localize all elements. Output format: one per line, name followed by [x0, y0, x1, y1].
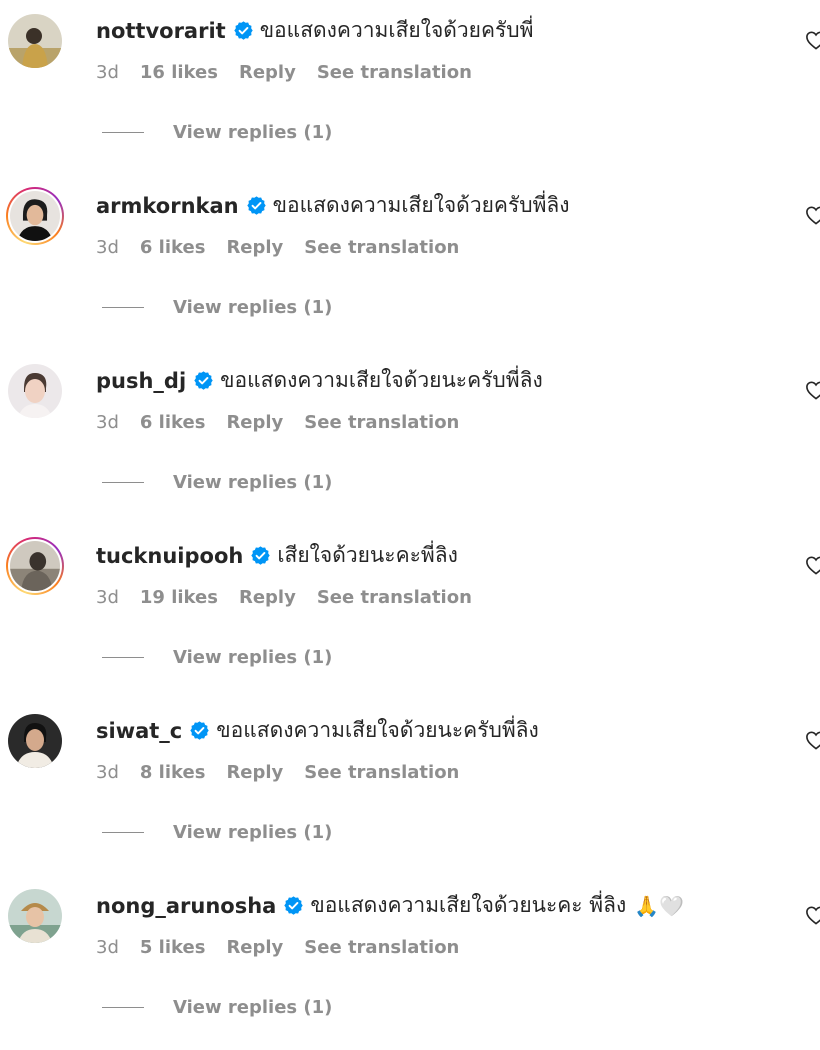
- avatar[interactable]: [6, 12, 64, 70]
- replies-divider: [102, 307, 144, 308]
- avatar-image: [10, 541, 60, 591]
- comment-likes-count[interactable]: 8 likes: [140, 762, 206, 783]
- comment-timestamp[interactable]: 3d: [96, 762, 119, 783]
- comment-item: tucknuipooh เสียใจด้วยนะคะพี่ลิง 3d 19 l…: [0, 525, 820, 700]
- view-replies-button[interactable]: View replies (1): [102, 647, 332, 668]
- reply-button[interactable]: Reply: [239, 587, 296, 608]
- reply-button[interactable]: Reply: [226, 937, 283, 958]
- avatar-image: [8, 14, 62, 68]
- replies-divider: [102, 482, 144, 483]
- verified-badge-icon: [193, 370, 214, 391]
- comment-text: ขอแสดงความเสียใจด้วยครับพี่: [259, 18, 534, 42]
- replies-divider: [102, 832, 144, 833]
- comment-text: ขอแสดงความเสียใจด้วยครับพี่ลิง: [272, 193, 570, 217]
- comment-likes-count[interactable]: 6 likes: [140, 237, 206, 258]
- view-replies-label: View replies (1): [173, 822, 333, 843]
- comment-item: nong_arunosha ขอแสดงความเสียใจด้วยนะคะ พ…: [0, 875, 820, 1050]
- comment-likes-count[interactable]: 5 likes: [140, 937, 206, 958]
- reply-button[interactable]: Reply: [239, 62, 296, 83]
- replies-divider: [102, 1007, 144, 1008]
- comment-timestamp[interactable]: 3d: [96, 937, 119, 958]
- comment-text: ขอแสดงความเสียใจด้วยนะครับพี่ลิง: [216, 718, 539, 742]
- view-replies-button[interactable]: View replies (1): [102, 472, 332, 493]
- like-heart-icon[interactable]: [805, 905, 820, 925]
- comment-username[interactable]: push_dj: [96, 369, 186, 393]
- comment-item: push_dj ขอแสดงความเสียใจด้วยนะครับพี่ลิง…: [0, 350, 820, 525]
- avatar[interactable]: [6, 712, 64, 770]
- view-replies-button[interactable]: View replies (1): [102, 822, 332, 843]
- avatar[interactable]: [6, 187, 64, 245]
- see-translation-button[interactable]: See translation: [304, 412, 459, 433]
- avatar[interactable]: [6, 887, 64, 945]
- comment-timestamp[interactable]: 3d: [96, 412, 119, 433]
- comment-item: siwat_c ขอแสดงความเสียใจด้วยนะครับพี่ลิง…: [0, 700, 820, 875]
- comment-username[interactable]: armkornkan: [96, 194, 239, 218]
- avatar-image: [8, 889, 62, 943]
- avatar[interactable]: [6, 362, 64, 420]
- see-translation-button[interactable]: See translation: [304, 937, 459, 958]
- verified-badge-icon: [250, 545, 271, 566]
- view-replies-label: View replies (1): [173, 297, 333, 318]
- comment-text: ขอแสดงความเสียใจด้วยนะคะ พี่ลิง: [310, 893, 627, 917]
- comment-likes-count[interactable]: 16 likes: [140, 62, 218, 83]
- emoji-reaction: 🙏🤍: [634, 893, 685, 918]
- like-heart-icon[interactable]: [805, 30, 820, 50]
- view-replies-label: View replies (1): [173, 997, 333, 1018]
- view-replies-button[interactable]: View replies (1): [102, 122, 332, 143]
- view-replies-button[interactable]: View replies (1): [102, 297, 332, 318]
- reply-button[interactable]: Reply: [226, 412, 283, 433]
- like-heart-icon[interactable]: [805, 555, 820, 575]
- reply-button[interactable]: Reply: [226, 237, 283, 258]
- replies-divider: [102, 132, 144, 133]
- avatar-image: [8, 364, 62, 418]
- comment-text: เสียใจด้วยนะคะพี่ลิง: [277, 543, 458, 567]
- view-replies-label: View replies (1): [173, 122, 333, 143]
- avatar[interactable]: [6, 537, 64, 595]
- comment-likes-count[interactable]: 19 likes: [140, 587, 218, 608]
- verified-badge-icon: [246, 195, 267, 216]
- reply-button[interactable]: Reply: [226, 762, 283, 783]
- avatar-image: [8, 714, 62, 768]
- view-replies-label: View replies (1): [173, 647, 333, 668]
- comment-username[interactable]: nong_arunosha: [96, 894, 276, 918]
- view-replies-button[interactable]: View replies (1): [102, 997, 332, 1018]
- comment-username[interactable]: tucknuipooh: [96, 544, 243, 568]
- see-translation-button[interactable]: See translation: [304, 762, 459, 783]
- see-translation-button[interactable]: See translation: [317, 62, 472, 83]
- comment-item: armkornkan ขอแสดงความเสียใจด้วยครับพี่ลิ…: [0, 175, 820, 350]
- comment-timestamp[interactable]: 3d: [96, 587, 119, 608]
- like-heart-icon[interactable]: [805, 205, 820, 225]
- view-replies-label: View replies (1): [173, 472, 333, 493]
- comment-item: nottvorarit ขอแสดงความเสียใจด้วยครับพี่ …: [0, 0, 820, 175]
- replies-divider: [102, 657, 144, 658]
- comment-text: ขอแสดงความเสียใจด้วยนะครับพี่ลิง: [220, 368, 543, 392]
- like-heart-icon[interactable]: [805, 730, 820, 750]
- comment-timestamp[interactable]: 3d: [96, 237, 119, 258]
- verified-badge-icon: [233, 20, 254, 41]
- like-heart-icon[interactable]: [805, 380, 820, 400]
- comment-timestamp[interactable]: 3d: [96, 62, 119, 83]
- comment-username[interactable]: siwat_c: [96, 719, 182, 743]
- verified-badge-icon: [189, 720, 210, 741]
- comment-likes-count[interactable]: 6 likes: [140, 412, 206, 433]
- see-translation-button[interactable]: See translation: [304, 237, 459, 258]
- comment-username[interactable]: nottvorarit: [96, 19, 226, 43]
- verified-badge-icon: [283, 895, 304, 916]
- avatar-image: [10, 191, 60, 241]
- see-translation-button[interactable]: See translation: [317, 587, 472, 608]
